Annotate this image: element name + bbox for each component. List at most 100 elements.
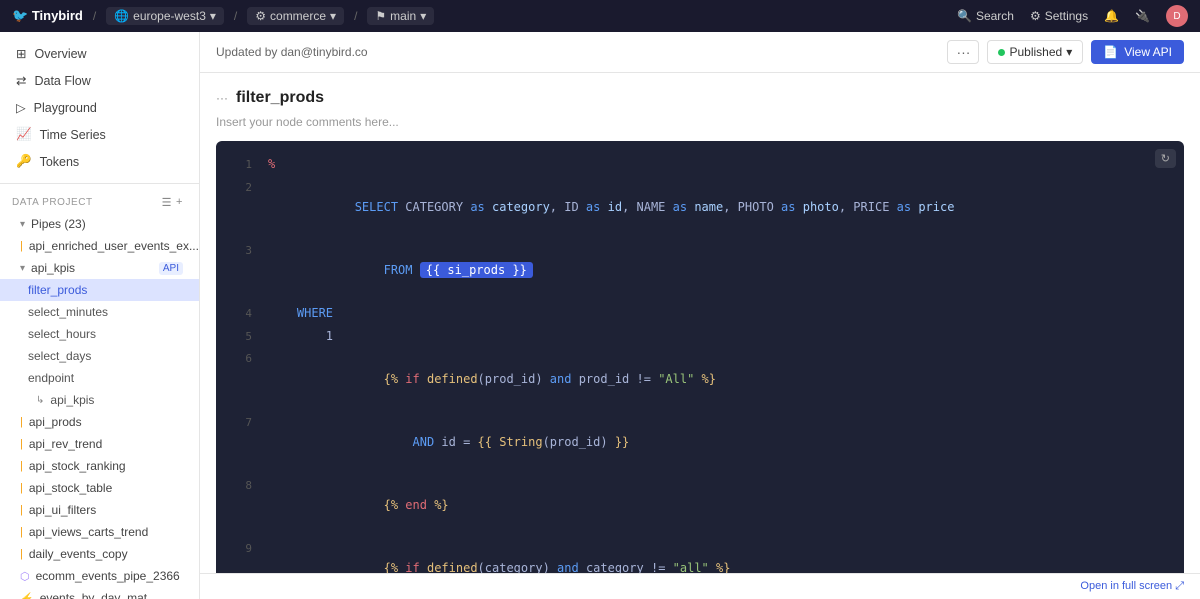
pipe-icon6: | (20, 504, 23, 516)
pipe-group-icon: ▾ (20, 219, 25, 230)
add-icon[interactable]: + (176, 196, 183, 209)
pipe-icon9: ⬡ (20, 570, 30, 583)
pipe-icon2: | (20, 416, 23, 428)
sidebar-sub-api-kpis[interactable]: ↳ api_kpis (0, 389, 199, 411)
region-breadcrumb[interactable]: 🌐 europe-west3 ▾ (106, 7, 224, 25)
open-fullscreen-button[interactable]: Open in full screen ⤢ (1080, 580, 1184, 593)
eye-icon: 📄 (1103, 45, 1118, 59)
sidebar-pipe-api-enriched[interactable]: | api_enriched_user_events_ex... (0, 235, 199, 257)
sidebar-pipe-api-stock-ranking[interactable]: | api_stock_ranking (0, 455, 199, 477)
chevron-down-icon: ▾ (20, 263, 25, 274)
api-kpis-badge: API (159, 262, 183, 275)
chevron-down-icon4: ▾ (1066, 45, 1072, 59)
section-header-icons: ☰ + (162, 196, 183, 209)
topbar-left: 🐦 Tinybird / 🌐 europe-west3 ▾ / ⚙ commer… (12, 7, 434, 25)
sidebar-node-filter-prods[interactable]: filter_prods (0, 279, 199, 301)
gear-icon: ⚙ (1030, 9, 1041, 23)
sidebar-pipes-header[interactable]: ▾ Pipes (23) (0, 213, 199, 235)
sep3: / (354, 9, 357, 23)
chart-icon: 📈 (16, 127, 32, 142)
flow-icon: ⇄ (16, 73, 26, 88)
sidebar-pipe-events-by-day[interactable]: ⚡ events_by_day_mat (0, 587, 199, 599)
avatar: D (1166, 5, 1188, 27)
code-line-7: 7 AND id = {{ String(prod_id) }} (216, 411, 1184, 474)
extension-icon[interactable]: 🔌 (1135, 9, 1150, 23)
more-options-button[interactable]: ··· (947, 40, 979, 64)
sidebar-node-select-hours[interactable]: select_hours (0, 323, 199, 345)
sep1: / (93, 9, 96, 23)
sidebar: ⊞ Overview ⇄ Data Flow ▷ Playground 📈 Ti… (0, 32, 200, 599)
sidebar-pipe-api-stock-table[interactable]: | api_stock_table (0, 477, 199, 499)
chevron-down-icon2: ▾ (330, 9, 336, 23)
chevron-down-icon3: ▾ (420, 9, 426, 23)
project-icon: ⚙ (255, 9, 266, 23)
sidebar-pipe-api-kpis[interactable]: ▾ api_kpis API (0, 257, 199, 279)
mat-icon1: ⚡ (20, 592, 34, 599)
project-breadcrumb[interactable]: ⚙ commerce ▾ (247, 7, 344, 25)
play-icon: ▷ (16, 100, 26, 115)
sidebar-pipe-api-views-carts[interactable]: | api_views_carts_trend (0, 521, 199, 543)
code-line-2: 2 SELECT CATEGORY as category, ID as id,… (216, 176, 1184, 239)
sidebar-item-playground[interactable]: ▷ Playground (0, 94, 199, 121)
sidebar-item-data-flow[interactable]: ⇄ Data Flow (0, 67, 199, 94)
sidebar-item-tokens[interactable]: 🔑 Tokens (0, 148, 199, 175)
code-line-3: 3 FROM {{ si_prods }} (216, 239, 1184, 302)
pipe-icon7: | (20, 526, 23, 538)
branch-icon: ⚑ (375, 9, 386, 23)
brand-logo[interactable]: 🐦 Tinybird (12, 8, 83, 24)
grid-icon: ⊞ (16, 46, 26, 61)
arrow-icon: ↳ (36, 395, 44, 406)
sidebar-pipe-api-rev-trend[interactable]: | api_rev_trend (0, 433, 199, 455)
topbar: 🐦 Tinybird / 🌐 europe-west3 ▾ / ⚙ commer… (0, 0, 1200, 32)
sidebar-node-endpoint[interactable]: endpoint (0, 367, 199, 389)
sep2: / (234, 9, 237, 23)
pipe-icon8: | (20, 548, 23, 560)
sidebar-data-project: DATA PROJECT ☰ + ▾ Pipes (23) | api_enri… (0, 184, 199, 599)
node-title-row: ··· filter_prods (216, 89, 1184, 107)
content-body: ··· filter_prods Insert your node commen… (200, 73, 1200, 573)
topbar-right: 🔍 Search ⚙ Settings 🔔 🔌 D (957, 5, 1188, 27)
pipe-icon3: | (20, 438, 23, 450)
node-expand-button[interactable]: ··· (216, 91, 228, 105)
region-icon: 🌐 (114, 9, 129, 23)
sidebar-item-time-series[interactable]: 📈 Time Series (0, 121, 199, 148)
code-line-8: 8 {% end %} (216, 474, 1184, 537)
pipe-icon4: | (20, 460, 23, 472)
sidebar-pipe-api-prods[interactable]: | api_prods (0, 411, 199, 433)
settings-button[interactable]: ⚙ Settings (1030, 9, 1088, 23)
published-dot (998, 49, 1005, 56)
code-line-1: 1 % (216, 153, 1184, 176)
node-comment[interactable]: Insert your node comments here... (216, 115, 1184, 129)
page-title: filter_prods (236, 89, 324, 107)
code-editor[interactable]: ↻ 1 % 2 SELECT CATEGORY as category, ID … (216, 141, 1184, 573)
code-line-5: 5 1 (216, 325, 1184, 348)
key-icon: 🔑 (16, 154, 32, 169)
search-icon: 🔍 (957, 9, 972, 23)
data-project-header: DATA PROJECT ☰ + (0, 192, 199, 213)
sidebar-pipe-daily-events[interactable]: | daily_events_copy (0, 543, 199, 565)
content-header: Updated by dan@tinybird.co ··· Published… (200, 32, 1200, 73)
code-line-9: 9 {% if defined(category) and category !… (216, 537, 1184, 573)
notification-icon[interactable]: 🔔 (1104, 9, 1119, 23)
sidebar-item-overview[interactable]: ⊞ Overview (0, 40, 199, 67)
pipe-icon: | (20, 240, 23, 252)
branch-breadcrumb[interactable]: ⚑ main ▾ (367, 7, 434, 25)
sidebar-nav: ⊞ Overview ⇄ Data Flow ▷ Playground 📈 Ti… (0, 32, 199, 184)
sidebar-pipe-ecomm-events[interactable]: ⬡ ecomm_events_pipe_2366 (0, 565, 199, 587)
view-api-button[interactable]: 📄 View API (1091, 40, 1184, 64)
published-button[interactable]: Published ▾ (987, 40, 1083, 64)
sidebar-node-select-minutes[interactable]: select_minutes (0, 301, 199, 323)
pipe-icon5: | (20, 482, 23, 494)
list-icon[interactable]: ☰ (162, 196, 172, 209)
code-refresh-button[interactable]: ↻ (1155, 149, 1176, 168)
content-area: Updated by dan@tinybird.co ··· Published… (200, 32, 1200, 599)
search-button[interactable]: 🔍 Search (957, 9, 1014, 23)
code-line-4: 4 WHERE (216, 302, 1184, 325)
sidebar-pipe-api-ui-filters[interactable]: | api_ui_filters (0, 499, 199, 521)
content-header-actions: ··· Published ▾ 📄 View API (947, 40, 1184, 64)
sidebar-node-select-days[interactable]: select_days (0, 345, 199, 367)
content-footer: Open in full screen ⤢ (200, 573, 1200, 599)
code-line-6: 6 {% if defined(prod_id) and prod_id != … (216, 347, 1184, 410)
chevron-down-icon: ▾ (210, 9, 216, 23)
updated-by: Updated by dan@tinybird.co (216, 45, 368, 59)
